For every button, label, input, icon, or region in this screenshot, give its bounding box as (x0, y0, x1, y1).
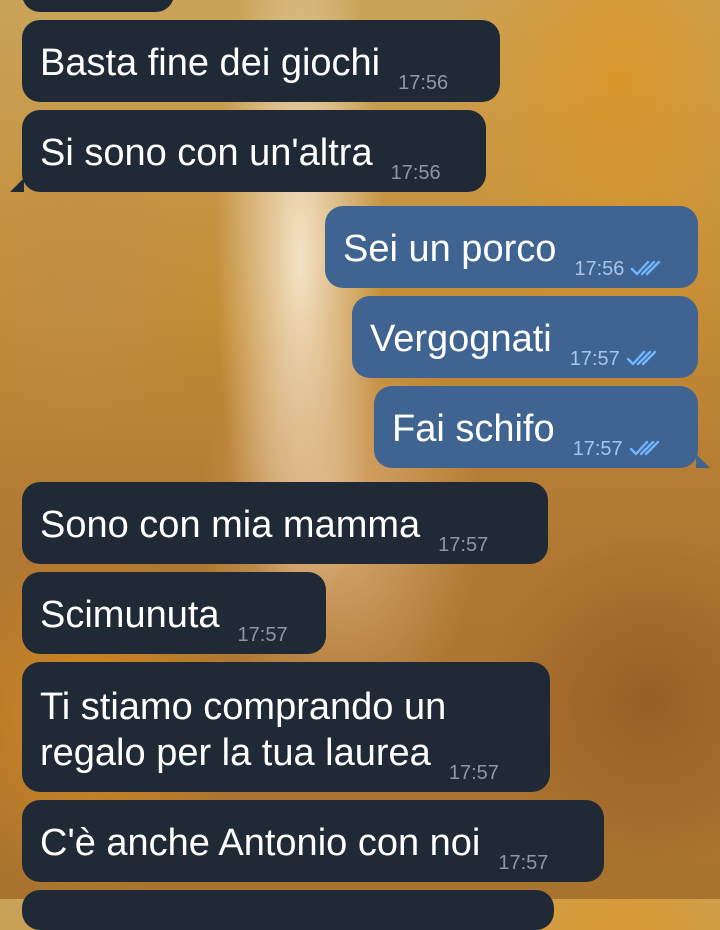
message-time: 17:56 (574, 258, 625, 280)
message-text: Sei un porco (343, 228, 557, 270)
message-meta: 17:57 (573, 439, 661, 459)
message-bubble-incoming[interactable]: Basta fine dei giochi 17:56 (22, 20, 500, 102)
message-time: 17:56 (390, 162, 441, 184)
message-text: Vergognati (370, 318, 552, 360)
message-bubble-incoming[interactable]: Si sono con un'altra 17:56 (22, 110, 486, 192)
message-bubble-incoming[interactable]: C'è anche Antonio con noi 17:57 (22, 800, 604, 882)
message-bubble-incoming[interactable]: Sono con mia mamma 17:57 (22, 482, 548, 564)
message-text: Ti stiamo comprando un regalo per la tua… (40, 686, 447, 774)
message-bubble-outgoing[interactable]: Fai schifo 17:57 (374, 386, 698, 468)
message-time: 17:57 (438, 534, 489, 556)
double-check-icon (626, 350, 656, 366)
chat-message-list[interactable]: Basta fine dei giochi 17:56 Si sono con u… (0, 0, 720, 930)
message-time: 17:57 (237, 624, 288, 646)
message-meta: 17:56 (574, 259, 662, 279)
message-bubble-incoming[interactable]: Ti stiamo comprando un regalo per la tua… (22, 662, 550, 792)
message-time: 17:57 (569, 348, 620, 370)
message-text: Si sono con un'altra (40, 132, 373, 174)
message-time: 17:57 (498, 852, 549, 874)
message-time: 17:57 (448, 762, 499, 784)
bubble-tail (696, 454, 710, 468)
message-text: Sono con mia mamma (40, 504, 421, 546)
message-text: Fai schifo (392, 408, 555, 450)
message-bubble-incoming[interactable]: Scimunuta 17:57 (22, 572, 326, 654)
message-bubble-outgoing[interactable]: Sei un porco 17:56 (325, 206, 698, 288)
message-bubble-incoming-partial[interactable] (22, 890, 554, 930)
message-time: 17:56 (398, 72, 449, 94)
message-text: Basta fine dei giochi (40, 42, 381, 84)
message-time: 17:57 (572, 438, 623, 460)
double-check-icon (629, 440, 659, 456)
message-text: C'è anche Antonio con noi (40, 822, 481, 864)
message-text: Scimunuta (40, 594, 220, 636)
message-bubble-incoming-partial[interactable] (22, 0, 174, 12)
bubble-tail (10, 178, 24, 192)
message-meta: 17:57 (570, 349, 658, 369)
double-check-icon (631, 260, 661, 276)
message-bubble-outgoing[interactable]: Vergognati 17:57 (352, 296, 698, 378)
